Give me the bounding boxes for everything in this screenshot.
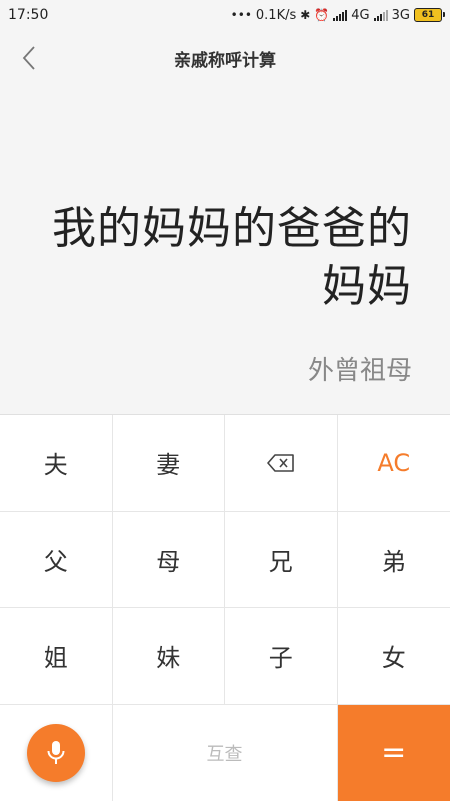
key-elder-sister[interactable]: 姐: [0, 608, 113, 705]
net-type-3g: 3G: [392, 8, 410, 23]
microphone-icon: [46, 740, 66, 766]
expression-display: 我的妈妈的爸爸的妈妈: [32, 200, 412, 316]
battery-icon: 61: [414, 8, 442, 22]
keypad: 夫 妻 AC 父 母 兄 弟 姐 妹 子 女 互查 =: [0, 414, 450, 801]
mutual-check-button[interactable]: 互查: [113, 705, 338, 801]
key-elder-brother[interactable]: 兄: [225, 512, 338, 609]
key-daughter[interactable]: 女: [338, 608, 450, 705]
key-son[interactable]: 子: [225, 608, 338, 705]
clear-button[interactable]: AC: [338, 415, 450, 512]
key-wife[interactable]: 妻: [113, 415, 226, 512]
key-husband[interactable]: 夫: [0, 415, 113, 512]
status-icons: ••• 0.1K/s ✱ ⏰ 4G 3G 61: [231, 8, 442, 23]
voice-input-cell: [0, 705, 113, 801]
alarm-icon: ⏰: [314, 8, 329, 22]
result-display: 外曾祖母: [308, 350, 412, 387]
status-bar: 17:50 ••• 0.1K/s ✱ ⏰ 4G 3G 61: [0, 0, 450, 30]
page-title: 亲戚称呼计算: [174, 46, 276, 71]
net-type-4g: 4G: [351, 8, 369, 23]
signal-icon: [333, 10, 347, 21]
signal-icon-2: [374, 10, 388, 21]
key-father[interactable]: 父: [0, 512, 113, 609]
backspace-icon: [267, 454, 295, 472]
voice-input-button[interactable]: [27, 724, 85, 782]
chevron-left-icon: [22, 45, 36, 71]
equals-button[interactable]: =: [338, 705, 450, 801]
status-time: 17:50: [8, 7, 48, 23]
key-younger-sister[interactable]: 妹: [113, 608, 226, 705]
backspace-button[interactable]: [225, 415, 338, 512]
dots-icon: •••: [231, 8, 252, 22]
app-header: 亲戚称呼计算: [0, 30, 450, 86]
bluetooth-icon: ✱: [300, 8, 310, 22]
net-speed: 0.1K/s: [256, 8, 296, 23]
key-younger-brother[interactable]: 弟: [338, 512, 450, 609]
back-button[interactable]: [14, 42, 44, 74]
key-mother[interactable]: 母: [113, 512, 226, 609]
battery-level: 61: [422, 10, 435, 20]
